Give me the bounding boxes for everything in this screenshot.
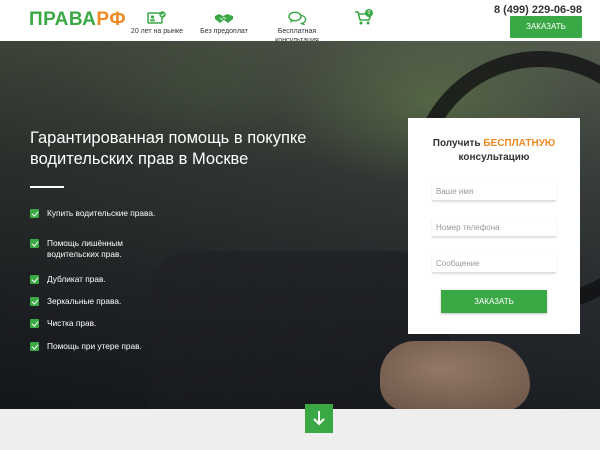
feature-no-prepayment: Без предоплат (195, 11, 253, 36)
form-title-prefix: Получить (432, 138, 484, 149)
checklist-text: Купить водительские права. (47, 208, 156, 218)
checkbox-icon (30, 209, 39, 218)
message-input[interactable] (432, 254, 556, 273)
logo-part-prava: ПРАВА (29, 9, 97, 30)
site-header: ПРАВАРФ 20 лет на рынке Без предоплат Бе… (0, 0, 600, 44)
name-input[interactable] (432, 182, 556, 201)
checklist-text: Зеркальные права. (47, 296, 122, 306)
checklist-text: Помощь лишённым водительских прав. (47, 238, 123, 259)
phone-input[interactable] (432, 218, 556, 237)
phone-number[interactable]: 8 (499) 229-06-98 (470, 4, 582, 16)
id-card-check-icon (147, 11, 166, 24)
checkbox-icon (30, 275, 39, 284)
checklist-text: Чистка прав. (47, 318, 97, 328)
scroll-down-button[interactable] (305, 404, 333, 433)
checkbox-icon (30, 319, 39, 328)
site-logo[interactable]: ПРАВАРФ (29, 9, 126, 31)
feature-20-years: 20 лет на рынке (126, 11, 188, 36)
checkbox-icon (30, 297, 39, 306)
checkbox-icon (30, 239, 39, 248)
form-title: Получить БЕСПЛАТНУЮ консультацию (408, 137, 580, 165)
checklist-text: Помощь при утере прав. (47, 341, 142, 351)
header-order-button[interactable]: ЗАКАЗАТЬ (510, 16, 582, 38)
feature-label: Без предоплат (200, 28, 248, 35)
form-title-suffix: консультацию (458, 152, 530, 163)
logo-part-rf: РФ (96, 9, 127, 30)
arrow-down-icon (313, 411, 325, 426)
consultation-form: Получить БЕСПЛАТНУЮ консультацию ЗАКАЗАТ… (408, 118, 580, 334)
feature-label: 20 лет на рынке (130, 28, 184, 35)
form-title-highlight: БЕСПЛАТНУЮ (483, 138, 556, 149)
form-submit-button[interactable]: ЗАКАЗАТЬ (441, 290, 547, 313)
feature-free-consultation: Бесплатная консультация (268, 11, 326, 45)
checklist-text: Дубликат прав. (47, 274, 106, 284)
hero-title: Гарантированная помощь в покупке водител… (30, 129, 307, 168)
checkbox-icon (30, 342, 39, 351)
chat-bubbles-icon (288, 11, 307, 25)
hero-divider (30, 186, 64, 188)
handshake-icon (215, 14, 233, 23)
cart-count-badge: 0 (365, 9, 373, 17)
